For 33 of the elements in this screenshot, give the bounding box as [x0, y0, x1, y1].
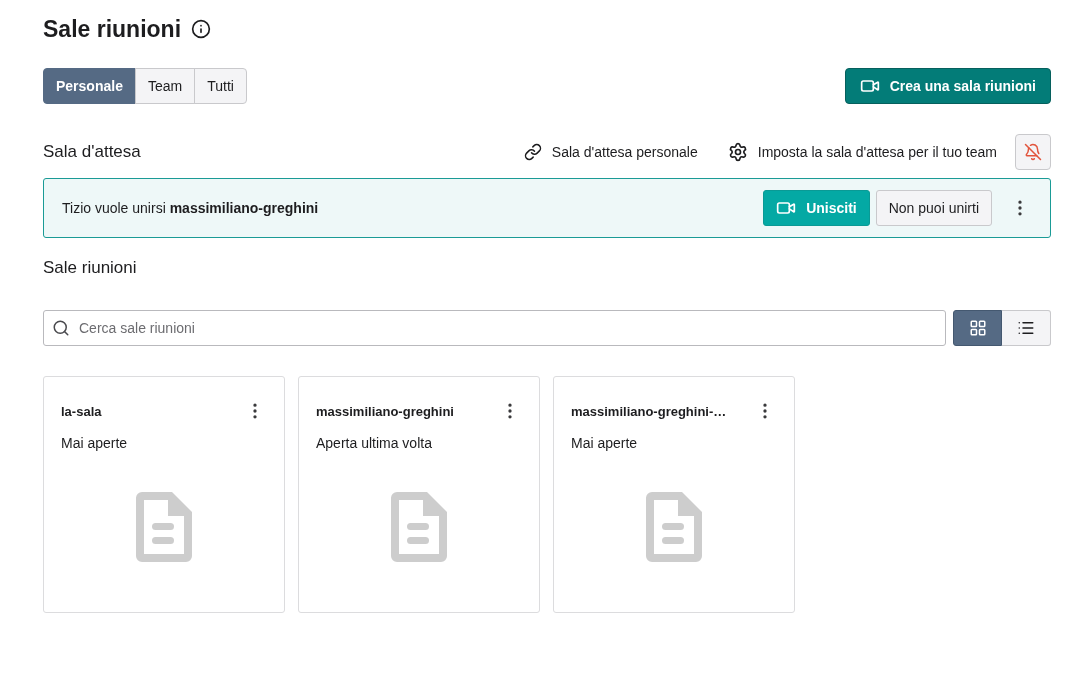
room-card[interactable]: la-sala Mai aperte [43, 376, 285, 613]
section-title: Sale riunioni [43, 258, 138, 278]
personal-waiting-room-link[interactable]: Sala d'attesa personale [523, 143, 698, 161]
room-name: massimiliano-greghini-… [571, 403, 727, 419]
search-field[interactable]: Cerca sale riunioni [43, 310, 946, 346]
decline-button[interactable]: Non puoi unirti [875, 190, 992, 226]
list-view-icon [1017, 319, 1035, 337]
link-icon [523, 143, 542, 161]
team-waiting-room-settings-link[interactable]: Imposta la sala d'attesa per il tuo team [727, 142, 997, 162]
room-card[interactable]: massimiliano-greghini Aperta ultima volta [298, 376, 540, 613]
document-icon [134, 489, 194, 564]
create-room-button[interactable]: Crea una sala riunioni [844, 68, 1051, 104]
search-icon [52, 319, 70, 337]
settings-icon [727, 142, 748, 162]
room-card[interactable]: massimiliano-greghini-… Mai aperte [553, 376, 795, 613]
document-icon [389, 489, 449, 564]
info-icon[interactable] [191, 19, 212, 39]
room-name: massimiliano-greghini [316, 403, 454, 419]
filter-tab[interactable]: Personale [43, 68, 136, 104]
page-title: Sale riunioni [43, 15, 182, 43]
notifications-button[interactable] [1015, 134, 1051, 170]
room-status: Mai aperte [571, 435, 639, 451]
filter-tab[interactable]: Team [134, 68, 196, 104]
filter-tab[interactable]: Tutti [194, 68, 247, 104]
bell-off-icon [1024, 143, 1042, 161]
grid-view-icon [968, 319, 987, 337]
document-icon [644, 489, 704, 564]
join-request-message: Tizio vuole unirsi massimiliano-greghini [62, 200, 319, 216]
section-title: Sala d'attesa [43, 142, 141, 162]
view-toggle-button[interactable] [953, 310, 1002, 346]
room-name: la-sala [61, 403, 102, 419]
room-status: Mai aperte [61, 435, 129, 451]
room-status: Aperta ultima volta [316, 435, 433, 451]
